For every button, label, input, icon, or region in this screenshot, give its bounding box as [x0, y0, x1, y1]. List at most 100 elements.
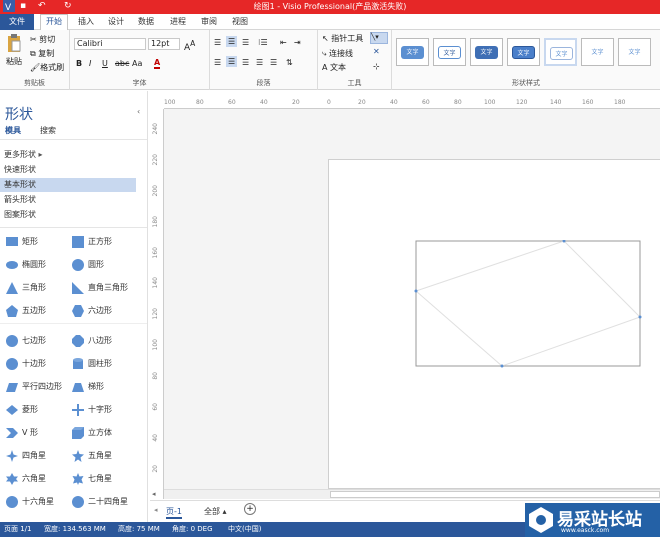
add-page-button[interactable]: + — [244, 503, 256, 515]
distribute-icon[interactable]: ☰ — [270, 58, 277, 67]
align-center-icon[interactable]: ☰ — [226, 56, 238, 67]
align-left-icon[interactable]: ☰ — [214, 58, 221, 67]
underline-button[interactable]: U — [102, 59, 108, 68]
line-tool-icon[interactable]: ╲▾ — [370, 32, 388, 44]
copy-icon: ⧉ — [30, 49, 36, 58]
text-label: 文本 — [330, 63, 347, 72]
change-case-button[interactable]: Aa — [132, 59, 142, 68]
font-name-combo[interactable]: Calibri — [74, 38, 146, 50]
ruler-tick: 40 — [152, 434, 159, 442]
grow-font-icon[interactable]: AA — [184, 39, 195, 53]
tab-file[interactable]: 文件 — [0, 14, 34, 30]
tab-design[interactable]: 设计 — [108, 16, 124, 27]
connection-point-icon[interactable]: ⊹ — [373, 62, 380, 71]
paste-icon[interactable] — [6, 34, 22, 56]
format-painter-button[interactable]: 🖌格式刷 — [30, 62, 64, 73]
tab-stencils[interactable]: 模具 — [5, 125, 21, 136]
align-bottom-icon[interactable]: ☰ — [242, 38, 249, 47]
ruler-tick: 160 — [152, 247, 159, 259]
shape-label: 平行四边形 — [22, 382, 62, 391]
ruler-tick: 180 — [614, 99, 626, 106]
right-triangle-icon — [72, 282, 84, 294]
shape-label: 椭圆形 — [22, 260, 46, 269]
sixteen-point-star-icon — [6, 496, 18, 508]
style-swatch-1[interactable]: 文字 — [396, 38, 429, 66]
font-size-combo[interactable]: 12pt — [148, 38, 180, 50]
collapse-pane-icon[interactable]: ‹ — [137, 107, 140, 116]
tab-review[interactable]: 审阅 — [201, 16, 217, 27]
shape-label: 五角星 — [88, 451, 112, 460]
style-swatch-text: 文字 — [401, 46, 424, 59]
shape-styles-group-label: 形状样式 — [512, 79, 540, 87]
paste-button[interactable]: 粘贴 — [6, 56, 22, 67]
align-middle-icon[interactable]: ☰ — [226, 36, 238, 47]
selected-shape[interactable] — [414, 240, 644, 370]
bullets-icon[interactable]: ⁝☰ — [258, 38, 268, 47]
text-direction-icon[interactable]: ⇅ — [286, 58, 293, 67]
italic-button[interactable]: I — [89, 59, 91, 68]
divider — [0, 139, 147, 140]
status-angle: 角度: 0 DEG — [172, 525, 213, 533]
shape-label: 八边形 — [88, 336, 112, 345]
justify-icon[interactable]: ☰ — [256, 58, 263, 67]
tab-home[interactable]: 开始 — [40, 14, 68, 31]
tools-group-label: 工具 — [347, 79, 362, 87]
more-shapes-item[interactable]: 更多形状 ▸ — [4, 148, 134, 162]
ruler-tick: 80 — [152, 372, 159, 380]
style-swatch-7[interactable]: 文字 — [618, 38, 651, 66]
drawing-canvas[interactable] — [164, 109, 660, 489]
all-pages-button[interactable]: 全部 ▴ — [204, 506, 227, 517]
close-icon[interactable]: ✕ — [373, 47, 380, 56]
strikethrough-button[interactable]: abc — [115, 59, 129, 68]
stencil-pattern-shapes[interactable]: 图案形状 — [4, 208, 134, 222]
style-swatch-3[interactable]: 文字 — [470, 38, 503, 66]
status-language[interactable]: 中文(中国) — [228, 524, 261, 534]
selection-handle[interactable] — [638, 315, 642, 319]
tab-view[interactable]: 视图 — [232, 16, 248, 27]
tab-process[interactable]: 进程 — [170, 16, 186, 27]
paragraph-group: ☰ ☰ ☰ ⁝☰ ⇤ ⇥ ☰ ☰ ☰ ☰ ☰ ⇅ 段落 — [210, 30, 318, 90]
bold-button[interactable]: B — [76, 59, 82, 68]
ruler-tick: 80 — [454, 99, 462, 106]
connector-icon: ⤷ — [322, 49, 327, 58]
connector-button[interactable]: ⤷ 连接线 — [322, 48, 353, 59]
increase-indent-icon[interactable]: ⇥ — [294, 38, 301, 47]
cross-icon — [72, 404, 84, 416]
decrease-indent-icon[interactable]: ⇤ — [280, 38, 287, 47]
tab-search[interactable]: 搜索 — [40, 125, 56, 136]
selection-handle[interactable] — [414, 289, 418, 293]
rectangle-icon — [6, 237, 18, 246]
scroll-left-icon[interactable]: ◂ — [152, 490, 156, 498]
style-swatch-6[interactable]: 文字 — [581, 38, 614, 66]
copy-button[interactable]: ⧉ 复制 — [30, 48, 54, 59]
text-tool-button[interactable]: A 文本 — [322, 62, 346, 73]
divider — [0, 323, 147, 324]
tab-page-1[interactable]: 页-1 — [166, 506, 182, 519]
stencil-quick-shapes[interactable]: 快速形状 — [4, 163, 134, 177]
ruler-tick: 80 — [196, 99, 204, 106]
align-top-icon[interactable]: ☰ — [214, 38, 221, 47]
horizontal-scrollbar[interactable]: ◂ — [152, 489, 660, 499]
circle-icon — [72, 259, 84, 271]
style-swatch-4[interactable]: 文字 — [507, 38, 540, 66]
clipboard-group: 粘贴 ✂ 剪切 ⧉ 复制 🖌格式刷 剪贴板 — [0, 30, 70, 90]
selection-handle[interactable] — [500, 364, 504, 368]
tab-data[interactable]: 数据 — [138, 16, 154, 27]
style-swatch-5[interactable]: 文字 — [544, 38, 577, 66]
shape-label: 三角形 — [22, 283, 46, 292]
align-right-icon[interactable]: ☰ — [242, 58, 249, 67]
pointer-tool-button[interactable]: ↖ 指针工具 — [322, 33, 363, 44]
all-pages-label: 全部 — [204, 507, 220, 516]
ruler-tick: 220 — [152, 154, 159, 166]
cut-button[interactable]: ✂ 剪切 — [30, 34, 55, 45]
prev-page-icon[interactable]: ◂ — [154, 506, 158, 514]
status-page[interactable]: 页面 1/1 — [4, 524, 32, 534]
tab-insert[interactable]: 插入 — [78, 16, 94, 27]
style-swatch-2[interactable]: 文字 — [433, 38, 466, 66]
stencil-arrow-shapes[interactable]: 箭头形状 — [4, 193, 134, 207]
shape-label: 立方体 — [88, 428, 112, 437]
stencil-basic-shapes[interactable]: 基本形状 — [0, 178, 136, 192]
font-color-button[interactable]: A — [154, 58, 161, 69]
shapes-pane: 形状 ‹ 模具 搜索 更多形状 ▸ 快速形状 基本形状 箭头形状 图案形状 矩形… — [0, 91, 148, 522]
scroll-thumb[interactable] — [330, 491, 660, 498]
